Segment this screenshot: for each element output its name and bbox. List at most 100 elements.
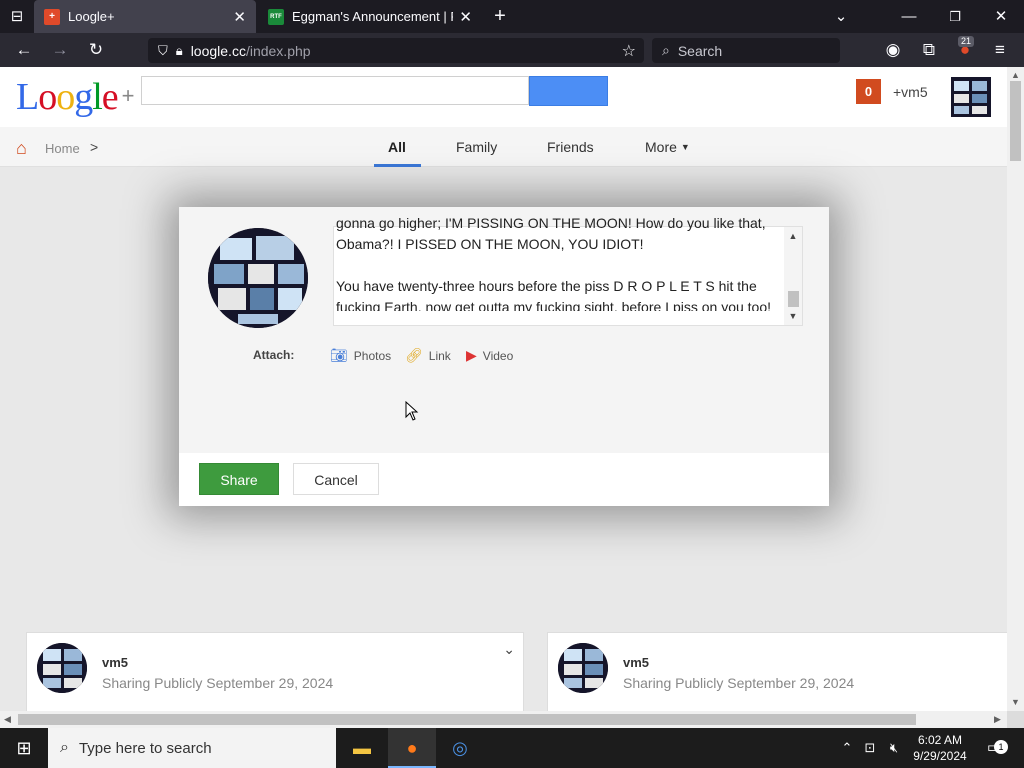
post-author-name[interactable]: vm5 <box>623 655 649 670</box>
breadcrumb-home[interactable]: Home <box>45 141 80 156</box>
logo-text: Loogle <box>16 76 119 118</box>
profile-avatar[interactable] <box>951 77 991 117</box>
logo-letter: l <box>92 76 103 118</box>
logo-letter: e <box>101 76 119 118</box>
scrollbar-corner <box>1007 711 1024 728</box>
link-icon: 🔗︎ <box>405 347 423 363</box>
scroll-left-icon[interactable]: ◀ <box>4 711 11 728</box>
list-all-tabs-icon[interactable]: ⌄ <box>828 0 854 33</box>
account-icon[interactable]: ◉ <box>878 33 908 67</box>
minimize-window-icon[interactable]: — <box>894 0 924 33</box>
volume-muted-icon[interactable]: 🔇︎ <box>884 728 904 768</box>
horizontal-scroll-thumb[interactable] <box>18 714 916 725</box>
logo-plus: + <box>121 83 135 108</box>
chrome-icon[interactable]: ◎ <box>436 728 484 768</box>
action-center-badge: 1 <box>994 740 1008 754</box>
tab-all[interactable]: All <box>388 139 406 155</box>
browser-search-field[interactable]: ⌕ Search <box>652 38 840 63</box>
text-area-scrollbar[interactable]: ▲ ▼ <box>784 227 802 325</box>
browser-tab-bar: ⊟ + Loogle+ ✕ RTF Eggman's Announcement … <box>0 0 1024 33</box>
post-text-area[interactable]: gonna go higher; I'M PISSING ON THE MOON… <box>333 215 803 326</box>
loogle-favicon-icon: + <box>44 8 60 25</box>
clock-date: 9/29/2024 <box>913 749 967 763</box>
post-date: September 29, 2024 <box>727 675 855 691</box>
post-author-avatar[interactable] <box>558 643 608 693</box>
attach-video-label: Video <box>482 348 514 363</box>
url-bar[interactable]: ⛉ 🔒︎ loogle.cc/index.php ☆ <box>148 38 644 63</box>
tab-more-label: More <box>645 139 677 155</box>
show-hidden-icons-icon[interactable]: ⌃ <box>838 728 856 768</box>
avatar-image <box>558 643 608 693</box>
tab-eggman-announcement[interactable]: RTF Eggman's Announcement | Rea ✕ <box>258 0 482 33</box>
post-author-name[interactable]: vm5 <box>102 655 128 670</box>
breadcrumb-separator: > <box>90 139 99 155</box>
attach-video-button[interactable]: ▶ Video <box>466 347 513 364</box>
share-button[interactable]: Share <box>199 463 279 495</box>
post-author-avatar[interactable] <box>37 643 87 693</box>
post-date: September 29, 2024 <box>206 675 334 691</box>
avatar-image <box>37 643 87 693</box>
sub-navigation: ⌂ Home > All Family Friends More ▼ <box>0 127 1007 167</box>
new-tab-icon[interactable]: + <box>486 0 514 33</box>
author-avatar <box>208 228 308 328</box>
reload-icon[interactable]: ↻ <box>81 33 111 67</box>
tab-loogle[interactable]: + Loogle+ ✕ <box>34 0 256 33</box>
tab-overview-icon[interactable]: ⊟ <box>4 0 30 33</box>
tab-friends[interactable]: Friends <box>547 139 594 155</box>
restore-window-icon[interactable]: ❐ <box>940 0 970 33</box>
lock-icon[interactable]: 🔒︎ <box>176 43 183 59</box>
tab-title: Loogle+ <box>68 9 115 24</box>
network-icon[interactable]: ⊡ <box>860 728 880 768</box>
shield-icon[interactable]: ⛉ <box>158 43 168 59</box>
profile-username-link[interactable]: +vm5 <box>893 84 928 100</box>
share-post-dialog: gonna go higher; I'M PISSING ON THE MOON… <box>179 207 829 506</box>
close-tab-icon[interactable]: ✕ <box>233 8 246 26</box>
post-options-chevron-icon[interactable]: ⌄ <box>503 641 515 658</box>
back-icon[interactable]: ← <box>9 33 39 67</box>
windows-start-icon[interactable]: ⊞ <box>0 728 48 768</box>
notification-count-badge[interactable]: 0 <box>856 79 881 104</box>
video-icon: ▶ <box>466 347 477 363</box>
text-area-scroll-thumb[interactable] <box>788 291 799 307</box>
scroll-down-icon[interactable]: ▼ <box>1007 697 1024 707</box>
close-tab-icon[interactable]: ✕ <box>459 8 472 26</box>
page-horizontal-scrollbar[interactable]: ◀ ▶ <box>0 711 1007 728</box>
vertical-scroll-thumb[interactable] <box>1010 81 1021 161</box>
post-visibility: Sharing Publicly <box>623 675 724 691</box>
browser-search-placeholder: Search <box>677 42 723 59</box>
close-window-icon[interactable]: ✕ <box>986 0 1016 33</box>
attach-photos-button[interactable]: 📷︎ Photos <box>330 347 391 364</box>
taskbar-search-placeholder: Type here to search <box>78 739 212 757</box>
home-icon[interactable]: ⌂ <box>16 138 27 159</box>
attach-link-button[interactable]: 🔗︎ Link <box>405 347 451 364</box>
search-icon: ⌕ <box>662 42 670 58</box>
system-clock[interactable]: 6:02 AM 9/29/2024 <box>908 732 972 764</box>
active-tab-indicator <box>374 164 421 167</box>
menu-hamburger-icon[interactable]: ≡ <box>985 33 1015 67</box>
post-meta: Sharing Publicly September 29, 2024 <box>623 675 854 691</box>
browser-nav-bar: ← → ↻ ⛉ 🔒︎ loogle.cc/index.php ☆ ⌕ Searc… <box>0 33 1024 67</box>
rtf-favicon-icon: RTF <box>268 8 284 25</box>
tab-more[interactable]: More ▼ <box>645 139 690 155</box>
site-search-button[interactable] <box>529 76 608 106</box>
post-text-content: gonna go higher; I'M PISSING ON THE MOON… <box>336 215 772 311</box>
scroll-up-icon[interactable]: ▲ <box>1007 70 1024 80</box>
forward-icon[interactable]: → <box>45 33 75 67</box>
extension-badge: 21 <box>958 36 975 47</box>
extensions-icon[interactable]: ⧉ <box>914 33 944 67</box>
page-vertical-scrollbar[interactable]: ▲ ▼ <box>1007 67 1024 711</box>
site-search-input[interactable] <box>141 76 529 105</box>
file-explorer-icon[interactable]: ▬ <box>338 728 386 768</box>
scroll-right-icon[interactable]: ▶ <box>994 711 1001 728</box>
scroll-down-icon[interactable]: ▼ <box>784 311 802 321</box>
scroll-up-icon[interactable]: ▲ <box>784 231 802 241</box>
firefox-icon[interactable]: ● <box>388 728 436 768</box>
loogle-logo[interactable]: Loogle + <box>16 75 135 119</box>
bookmark-star-icon[interactable]: ☆ <box>622 41 636 61</box>
logo-letter: o <box>38 76 57 118</box>
logo-letter: o <box>56 76 75 118</box>
taskbar-search-field[interactable]: ⌕ Type here to search <box>48 728 336 768</box>
tab-family[interactable]: Family <box>456 139 497 155</box>
attach-photos-label: Photos <box>353 348 392 363</box>
cancel-button[interactable]: Cancel <box>293 463 379 495</box>
